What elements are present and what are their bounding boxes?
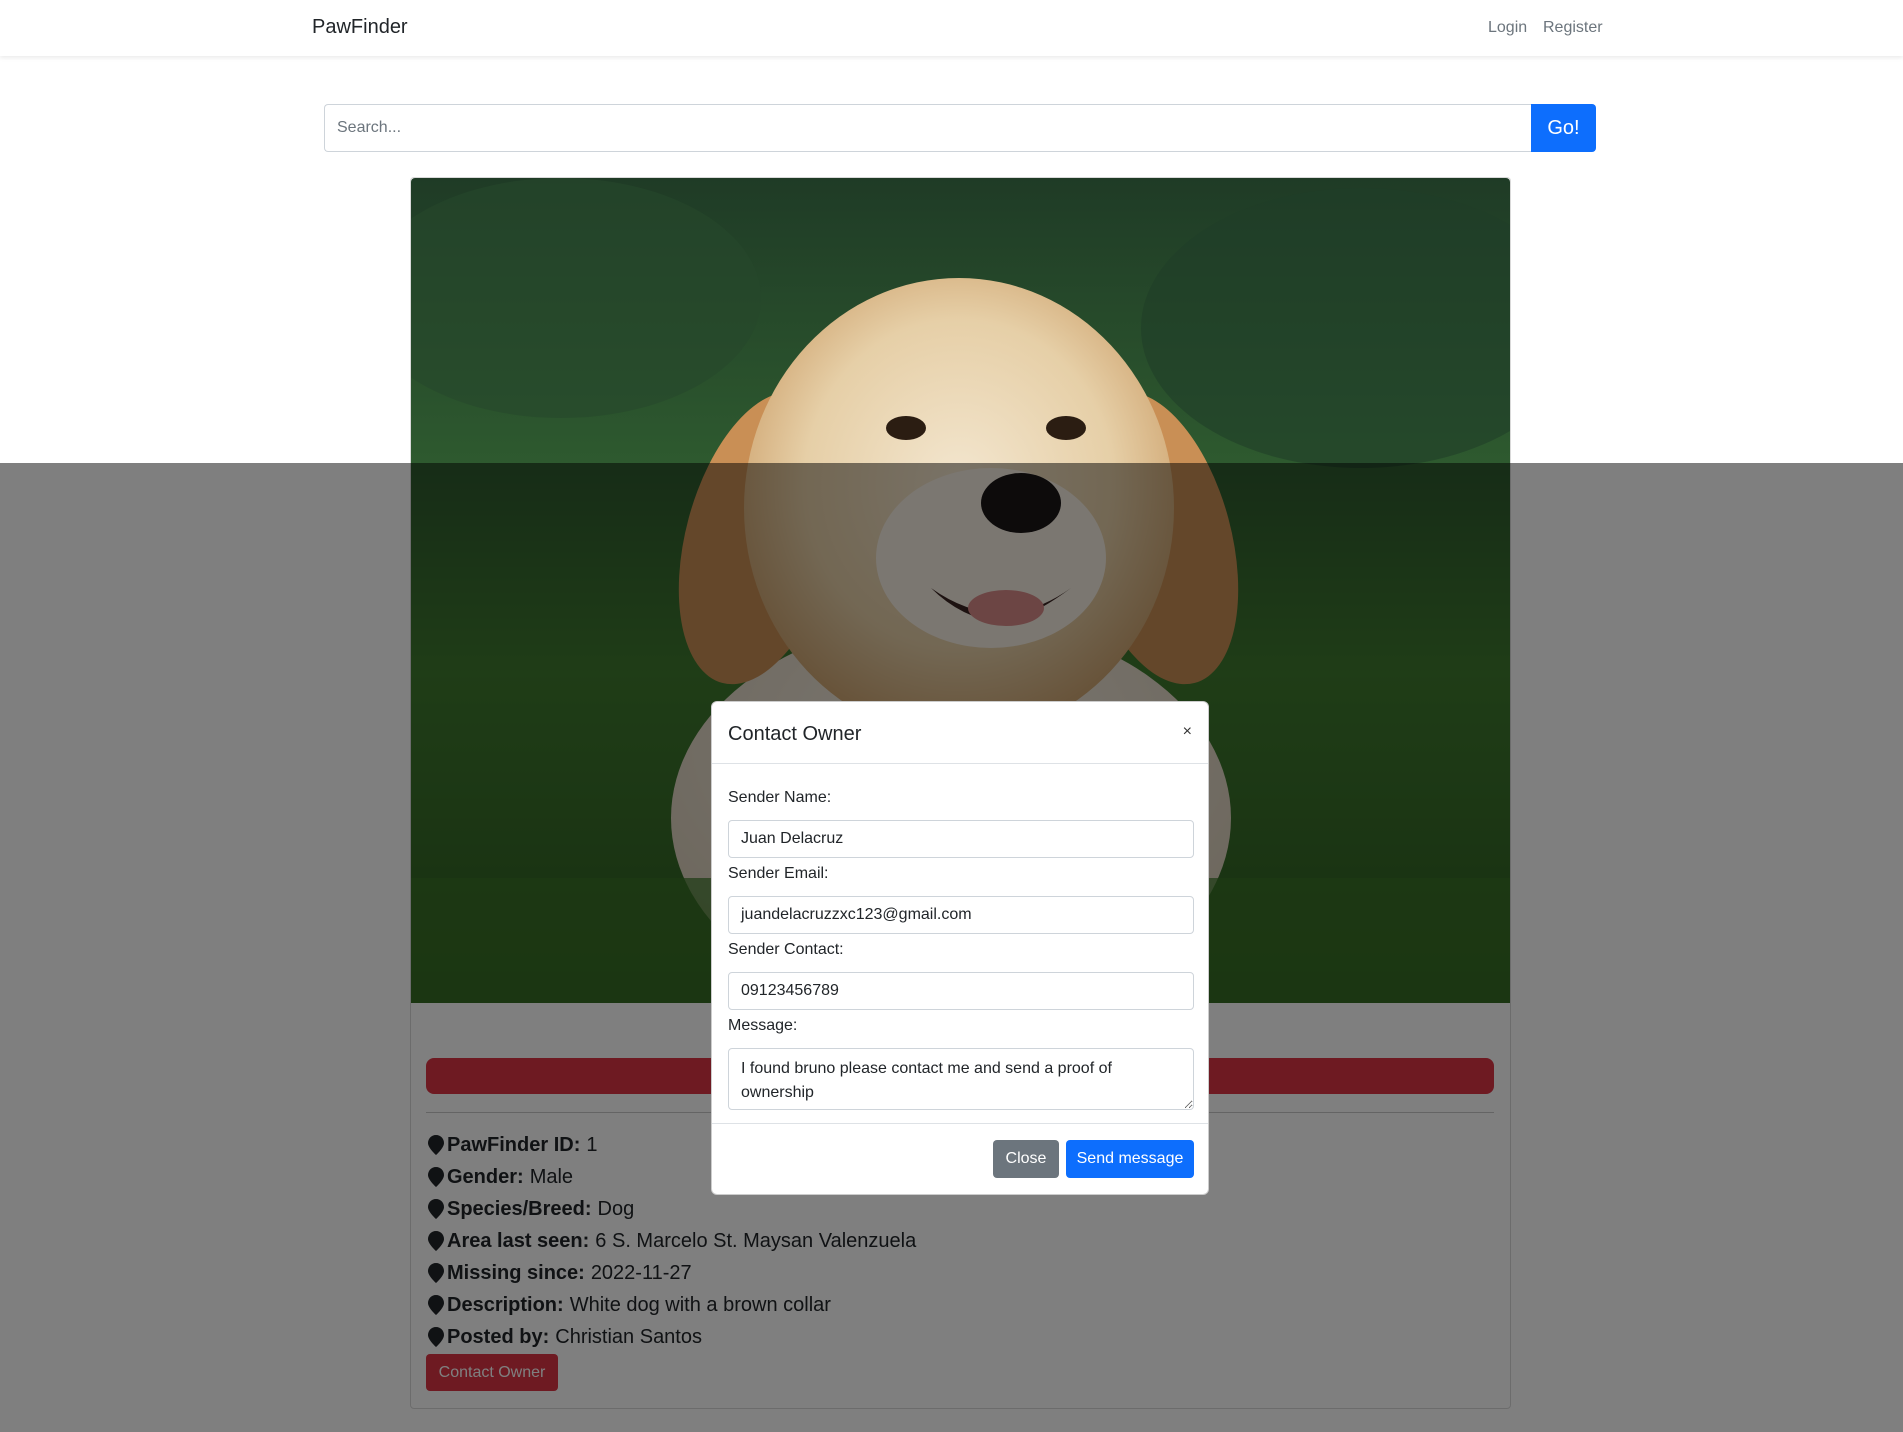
message-textarea[interactable]: I found bruno please contact me and send… (728, 1048, 1194, 1110)
message-label: Message: (728, 1017, 798, 1034)
modal-header: Contact Owner × (712, 702, 1208, 764)
sender-email-label: Sender Email: (728, 865, 829, 882)
modal-title: Contact Owner (728, 723, 862, 745)
nav-login-link[interactable]: Login (1488, 19, 1527, 37)
close-icon[interactable]: × (1183, 723, 1192, 741)
navbar: PawFinder Login Register (0, 0, 1903, 56)
nav-register-link[interactable]: Register (1543, 19, 1603, 37)
sender-email-field[interactable]: juandelacruzzxc123@gmail.com (728, 896, 1194, 934)
close-button[interactable]: Close (993, 1140, 1059, 1178)
send-message-button[interactable]: Send message (1066, 1140, 1194, 1178)
modal-footer: Close Send message (712, 1123, 1208, 1196)
sender-name-label: Sender Name: (728, 789, 832, 806)
search-input[interactable] (324, 104, 1531, 152)
search-bar: Go! (324, 104, 1596, 152)
sender-contact-field[interactable]: 09123456789 (728, 972, 1194, 1010)
brand-logo[interactable]: PawFinder (312, 16, 408, 39)
search-go-button[interactable]: Go! (1531, 104, 1596, 152)
contact-owner-modal: Contact Owner × Sender Name: Juan Delacr… (711, 701, 1209, 1195)
sender-name-field[interactable]: Juan Delacruz (728, 820, 1194, 858)
sender-contact-label: Sender Contact: (728, 941, 844, 958)
